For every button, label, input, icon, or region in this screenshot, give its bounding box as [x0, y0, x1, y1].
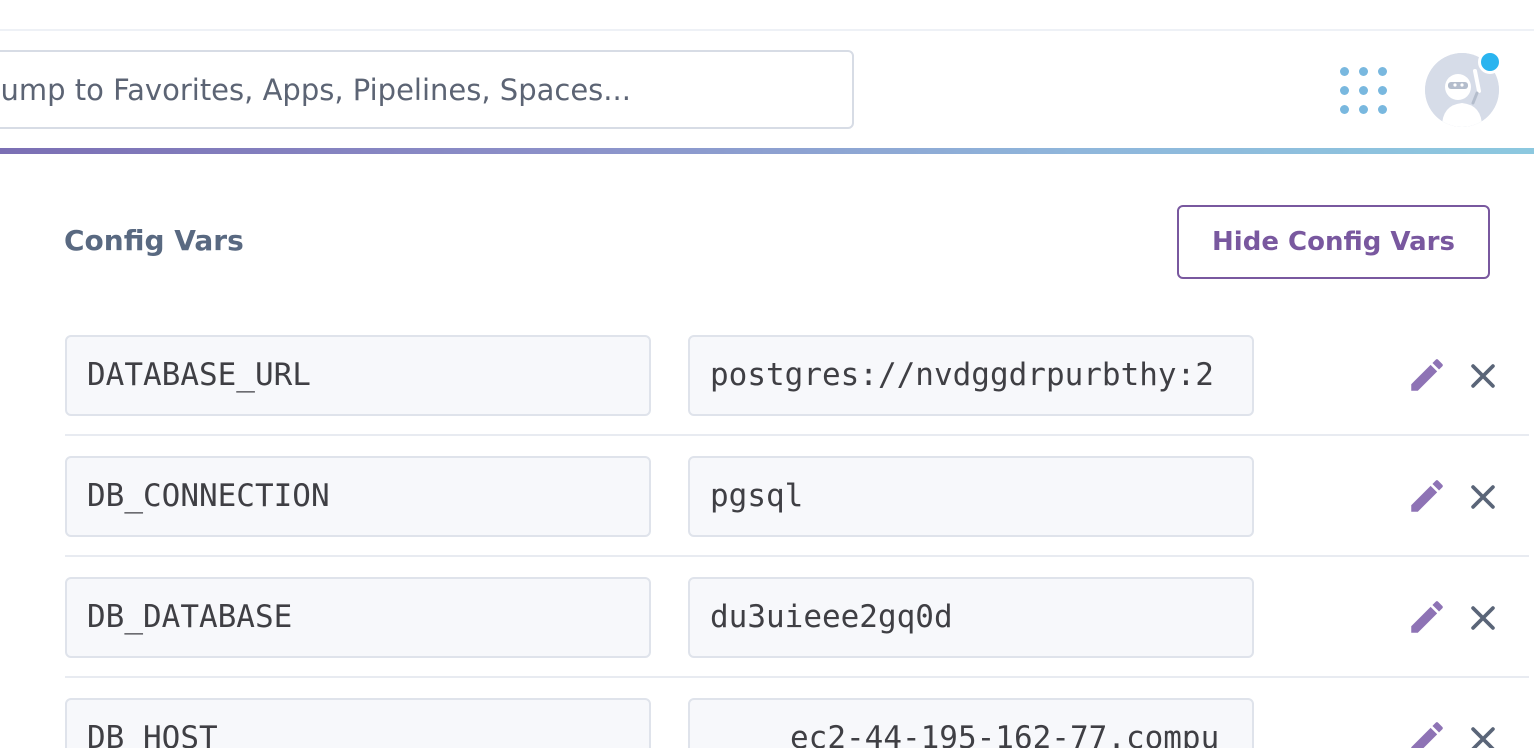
header-gradient-bar: [0, 148, 1534, 154]
config-var-key-input[interactable]: DB_CONNECTION: [65, 456, 651, 537]
top-divider: [0, 29, 1534, 31]
config-var-value-input[interactable]: du3uieee2gq0d: [688, 577, 1254, 658]
config-var-row: DB_HOST ec2-44-195-162-77.compu: [0, 698, 1534, 748]
close-icon[interactable]: [1466, 480, 1500, 514]
row-divider: [65, 555, 1529, 557]
pencil-icon[interactable]: [1406, 717, 1448, 748]
close-icon[interactable]: [1466, 359, 1500, 393]
row-divider: [65, 676, 1529, 678]
config-var-row: DATABASE_URL postgres://nvdggdrpurbthy:2: [0, 335, 1534, 456]
pencil-icon[interactable]: [1406, 596, 1448, 638]
close-icon[interactable]: [1466, 601, 1500, 635]
config-var-key-input[interactable]: DB_DATABASE: [65, 577, 651, 658]
config-var-key-input[interactable]: DATABASE_URL: [65, 335, 651, 416]
search-box[interactable]: [0, 50, 854, 129]
apps-grid-icon[interactable]: [1340, 67, 1388, 115]
config-var-row: DB_CONNECTION pgsql: [0, 456, 1534, 577]
pencil-icon[interactable]: [1406, 475, 1448, 517]
config-var-row: DB_DATABASE du3uieee2gq0d: [0, 577, 1534, 698]
row-divider: [65, 434, 1529, 436]
hide-config-vars-button[interactable]: Hide Config Vars: [1177, 205, 1490, 279]
config-var-key-input[interactable]: DB_HOST: [65, 698, 651, 748]
close-icon[interactable]: [1466, 722, 1500, 748]
config-var-value-input[interactable]: pgsql: [688, 456, 1254, 537]
config-var-value-input[interactable]: postgres://nvdggdrpurbthy:2: [688, 335, 1254, 416]
search-input[interactable]: [0, 52, 852, 127]
section-title: Config Vars: [64, 224, 244, 257]
pencil-icon[interactable]: [1406, 354, 1448, 396]
notification-dot: [1478, 50, 1502, 74]
config-var-value-input[interactable]: ec2-44-195-162-77.compu: [688, 698, 1254, 748]
